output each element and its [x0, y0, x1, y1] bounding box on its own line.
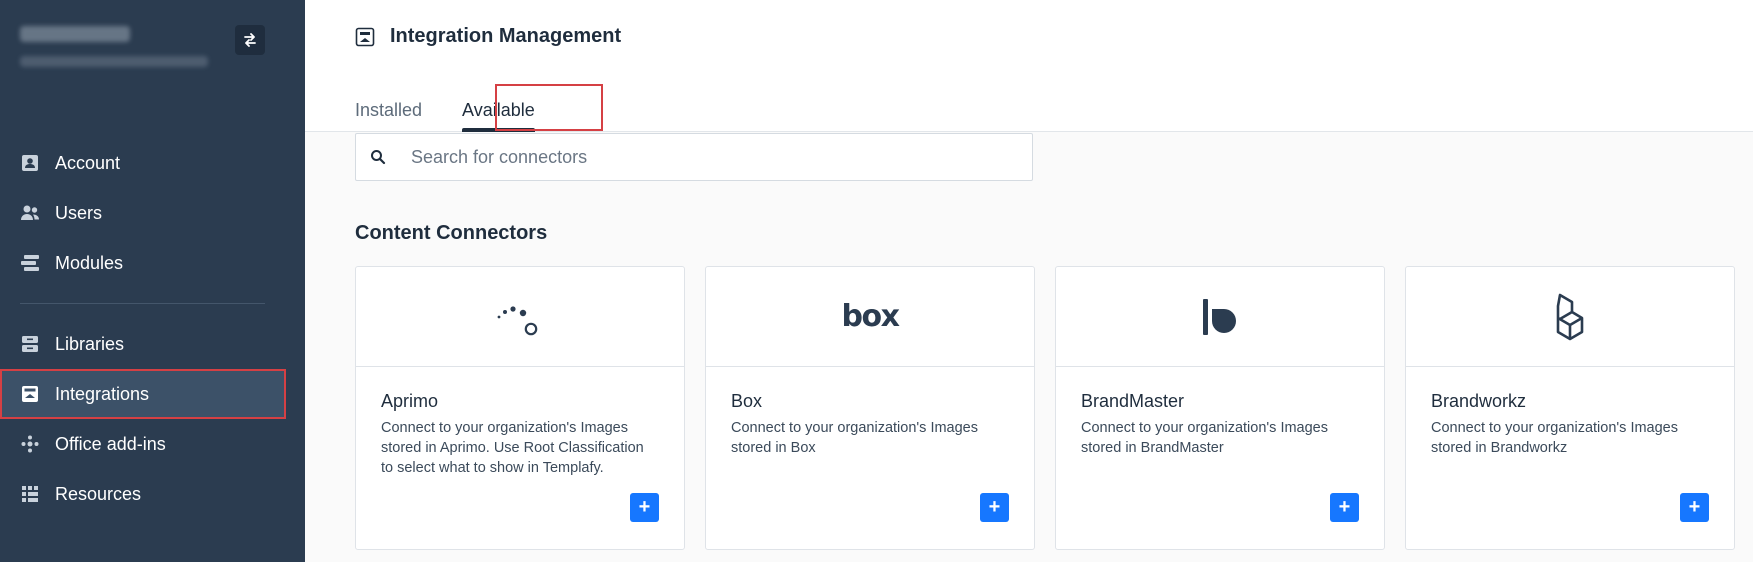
sidebar-item-label: Libraries: [55, 333, 125, 354]
switch-tenant-button[interactable]: [235, 25, 265, 55]
add-connector-button[interactable]: +: [980, 493, 1009, 522]
integrations-icon: [355, 27, 375, 47]
connector-name: Brandworkz: [1431, 391, 1527, 411]
search-icon: [370, 149, 386, 165]
sidebar-item-resources[interactable]: Resources: [0, 469, 305, 519]
modules-icon: [20, 253, 40, 273]
main-content: Integration Management Installed Availab…: [305, 0, 1753, 562]
connector-card-brandworkz: Brandworkz Connect to your organization'…: [1405, 266, 1735, 550]
tab-highlight-box: [495, 84, 603, 131]
connector-description: Connect to your organization's Images st…: [381, 420, 644, 476]
integrations-icon: [20, 384, 40, 404]
connector-cards: Aprimo Connect to your organization's Im…: [355, 266, 1735, 550]
brandmaster-logo: [1056, 267, 1384, 367]
swap-arrows-icon: [244, 33, 256, 47]
user-email-blurred: [20, 56, 208, 67]
sidebar-item-label: Office add-ins: [55, 433, 166, 454]
sidebar-item-label: Modules: [55, 252, 124, 273]
box-logo-text: box: [841, 299, 900, 334]
sidebar-item-label: Integrations: [55, 383, 150, 404]
sidebar-item-office-addins[interactable]: Office add-ins: [0, 419, 305, 469]
sidebar-item-label: Account: [55, 152, 121, 173]
search-input[interactable]: [411, 146, 1011, 168]
connector-name: Box: [731, 391, 763, 411]
user-info: [20, 26, 208, 67]
search-box: [355, 133, 1033, 181]
add-connector-button[interactable]: +: [1330, 493, 1359, 522]
sidebar-divider: [20, 303, 265, 304]
connector-description: Connect to your organization's Images st…: [1081, 420, 1328, 456]
libraries-icon: [20, 334, 40, 354]
users-icon: [20, 203, 40, 223]
connector-description: Connect to your organization's Images st…: [731, 420, 978, 456]
resources-icon: [20, 484, 40, 504]
brandworkz-logo: [1406, 267, 1734, 367]
sidebar-item-integrations[interactable]: Integrations: [0, 369, 286, 419]
sidebar-nav: Account Users Modules Libraries Integrat…: [0, 138, 305, 519]
section-title: Content Connectors: [355, 222, 548, 244]
tab-bar: Installed Available: [355, 84, 603, 132]
box-logo: box: [706, 267, 1034, 367]
title-row: Integration Management: [355, 25, 621, 48]
sidebar-item-users[interactable]: Users: [0, 188, 305, 238]
sidebar-item-modules[interactable]: Modules: [0, 238, 305, 288]
page-header: Integration Management Installed Availab…: [305, 0, 1753, 132]
aprimo-logo: [356, 267, 684, 367]
add-connector-button[interactable]: +: [630, 493, 659, 522]
account-icon: [20, 153, 40, 173]
sidebar-item-libraries[interactable]: Libraries: [0, 319, 305, 369]
connector-name: BrandMaster: [1081, 391, 1185, 411]
sidebar-item-account[interactable]: Account: [0, 138, 305, 188]
tab-installed[interactable]: Installed: [355, 88, 422, 132]
connector-card-aprimo: Aprimo Connect to your organization's Im…: [355, 266, 685, 550]
office-addins-icon: [20, 434, 40, 454]
add-connector-button[interactable]: +: [1680, 493, 1709, 522]
page-title: Integration Management: [390, 25, 622, 47]
connector-card-brandmaster: BrandMaster Connect to your organization…: [1055, 266, 1385, 550]
sidebar: Account Users Modules Libraries Integrat…: [0, 0, 305, 562]
user-name-blurred: [20, 26, 130, 42]
connector-card-box: box Box Connect to your organization's I…: [705, 266, 1035, 550]
sidebar-item-label: Resources: [55, 483, 142, 504]
connector-name: Aprimo: [381, 391, 439, 411]
connector-description: Connect to your organization's Images st…: [1431, 420, 1678, 456]
sidebar-item-label: Users: [55, 202, 103, 223]
